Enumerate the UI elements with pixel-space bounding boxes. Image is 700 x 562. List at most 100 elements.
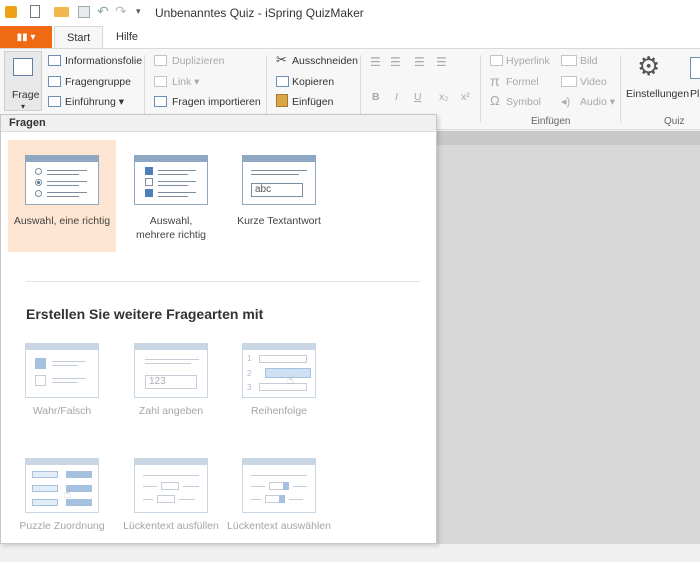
file-menu-label: ▮▮ ▾ [16,31,36,43]
redo-icon[interactable]: ↷ [115,3,127,20]
copy-icon [276,76,289,87]
audio-icon: ◂) [561,96,571,108]
quiz-group-label: Quiz [664,116,685,127]
sequence-number: 1 [247,354,252,363]
question-type-label: Wahr/Falsch [32,405,92,417]
question-type-short-answer[interactable]: abc Kurze Textantwort [225,140,333,252]
subscript-button[interactable]: x₂ [439,91,448,103]
question-type-sequence[interactable]: 1 2 3 ☝ Reihenfolge [225,340,333,452]
slide-canvas[interactable] [437,131,700,544]
ribbon-separator [144,55,145,123]
question-type-label: Lückentext ausfüllen [123,520,219,532]
link-button[interactable]: Link ▾ [172,76,199,88]
numeric-icon: 123 [134,343,208,398]
undo-icon[interactable]: ↶ [97,3,109,20]
question-type-label: Auswahl, eine richtig [13,215,111,227]
question-type-multiple-choice[interactable]: Auswahl, mehrere richtig [117,140,225,252]
duplizieren-icon [154,55,167,66]
bullet-list-icon[interactable]: ☰ [370,55,381,69]
question-type-label: Zahl angeben [138,405,204,417]
file-menu-button[interactable]: ▮▮ ▾ [0,26,52,48]
ribbon-separator [620,55,621,123]
section-divider [26,281,420,282]
kopieren-button[interactable]: Kopieren [292,76,334,88]
einfuegen-group-label: Einfügen [531,116,571,127]
video-button[interactable]: Video [580,76,607,88]
question-type-label: Reihenfolge [250,405,308,417]
audio-button[interactable]: Audio ▾ [580,96,615,108]
tab-hilfe[interactable]: Hilfe [104,26,150,48]
import-icon [154,96,167,107]
hyperlink-button[interactable]: Hyperlink [506,55,550,67]
new-document-icon[interactable] [30,5,40,18]
hyperlink-icon [490,55,503,66]
sequence-icon: 1 2 3 ☝ [242,343,316,398]
symbol-icon: Ω [490,93,500,108]
publish-button-fragment[interactable]: Pl [690,88,699,100]
fragengruppe-icon [48,76,61,87]
multiple-choice-icon [134,155,208,205]
ausschneiden-button[interactable]: Ausschneiden [292,55,358,67]
image-icon [561,55,577,66]
question-icon [13,58,33,76]
link-icon [154,76,167,87]
quick-access-dropdown-icon[interactable]: ▾ [136,6,141,17]
question-type-select-from-lists[interactable]: Lückentext auswählen [225,450,333,562]
question-type-label: Auswahl, mehrere richtig [135,215,207,241]
einfuegen-button[interactable]: Einfügen [292,96,333,108]
paste-icon [276,94,288,107]
question-type-label: Kurze Textantwort [237,215,321,227]
sequence-number: 3 [247,383,252,392]
einfuehrung-icon [48,96,61,107]
question-type-matching[interactable]: ☝ Puzzle Zuordnung [8,450,116,562]
numbered-list-icon[interactable]: ☰ [390,55,401,69]
window-title: Unbenanntes Quiz - iSpring QuizMaker [155,6,364,20]
increase-indent-icon[interactable]: ☰ [436,55,447,69]
formel-button[interactable]: Formel [506,76,539,88]
hand-cursor-icon: ☝ [64,487,72,501]
question-type-label: Puzzle Zuordnung [19,520,105,532]
true-false-icon [25,343,99,398]
save-icon[interactable] [78,6,90,18]
dropdown-header-label: Fragen [9,117,46,129]
gear-icon: ⚙ [637,51,661,81]
more-question-types-title: Erstellen Sie weitere Fragearten mit [26,306,264,322]
canvas-header [437,131,700,145]
einfuehrung-button[interactable]: Einführung ▾ [65,96,124,108]
bild-button[interactable]: Bild [580,55,598,67]
ribbon-tab-row: ▮▮ ▾ Start Hilfe [0,26,700,48]
informationsfolie-button[interactable]: Informationsfolie [65,55,142,67]
duplizieren-button[interactable]: Duplizieren [172,55,225,67]
question-type-true-false[interactable]: Wahr/Falsch [8,340,116,452]
question-type-single-choice[interactable]: Auswahl, eine richtig [8,140,116,252]
fill-in-blanks-icon [134,458,208,513]
bold-button[interactable]: B [372,91,380,103]
fragen-importieren-button[interactable]: Fragen importieren [172,96,261,108]
decrease-indent-icon[interactable]: ☰ [414,55,425,69]
select-from-lists-icon [242,458,316,513]
informationsfolie-icon [48,55,61,66]
short-answer-icon: abc [242,155,316,205]
question-type-fill-in-blanks[interactable]: Lückentext ausfüllen [117,450,225,562]
sequence-number: 2 [247,369,252,378]
fragengruppe-button[interactable]: Fragengruppe [65,76,131,88]
symbol-button[interactable]: Symbol [506,96,541,108]
numeric-input-sample: 123 [145,375,197,389]
tab-start[interactable]: Start [54,26,104,48]
video-icon [561,76,577,87]
ribbon-separator [360,55,361,123]
einstellungen-button[interactable]: Einstellungen [626,88,689,100]
frage-button[interactable]: Frage ▾ [4,51,42,111]
ribbon-separator [266,55,267,123]
question-type-label: Lückentext auswählen [227,520,331,532]
open-folder-icon[interactable] [54,7,69,17]
app-logo-icon [5,6,17,18]
hand-cursor-icon: ☝ [287,373,295,387]
underline-button[interactable]: U [414,91,422,103]
question-type-numeric[interactable]: 123 Zahl angeben [117,340,225,452]
chevron-down-icon: ▾ [21,102,26,111]
italic-button[interactable]: I [395,91,398,103]
superscript-button[interactable]: x² [461,91,470,103]
scissors-icon: ✂ [276,52,287,67]
publish-icon [690,57,700,79]
